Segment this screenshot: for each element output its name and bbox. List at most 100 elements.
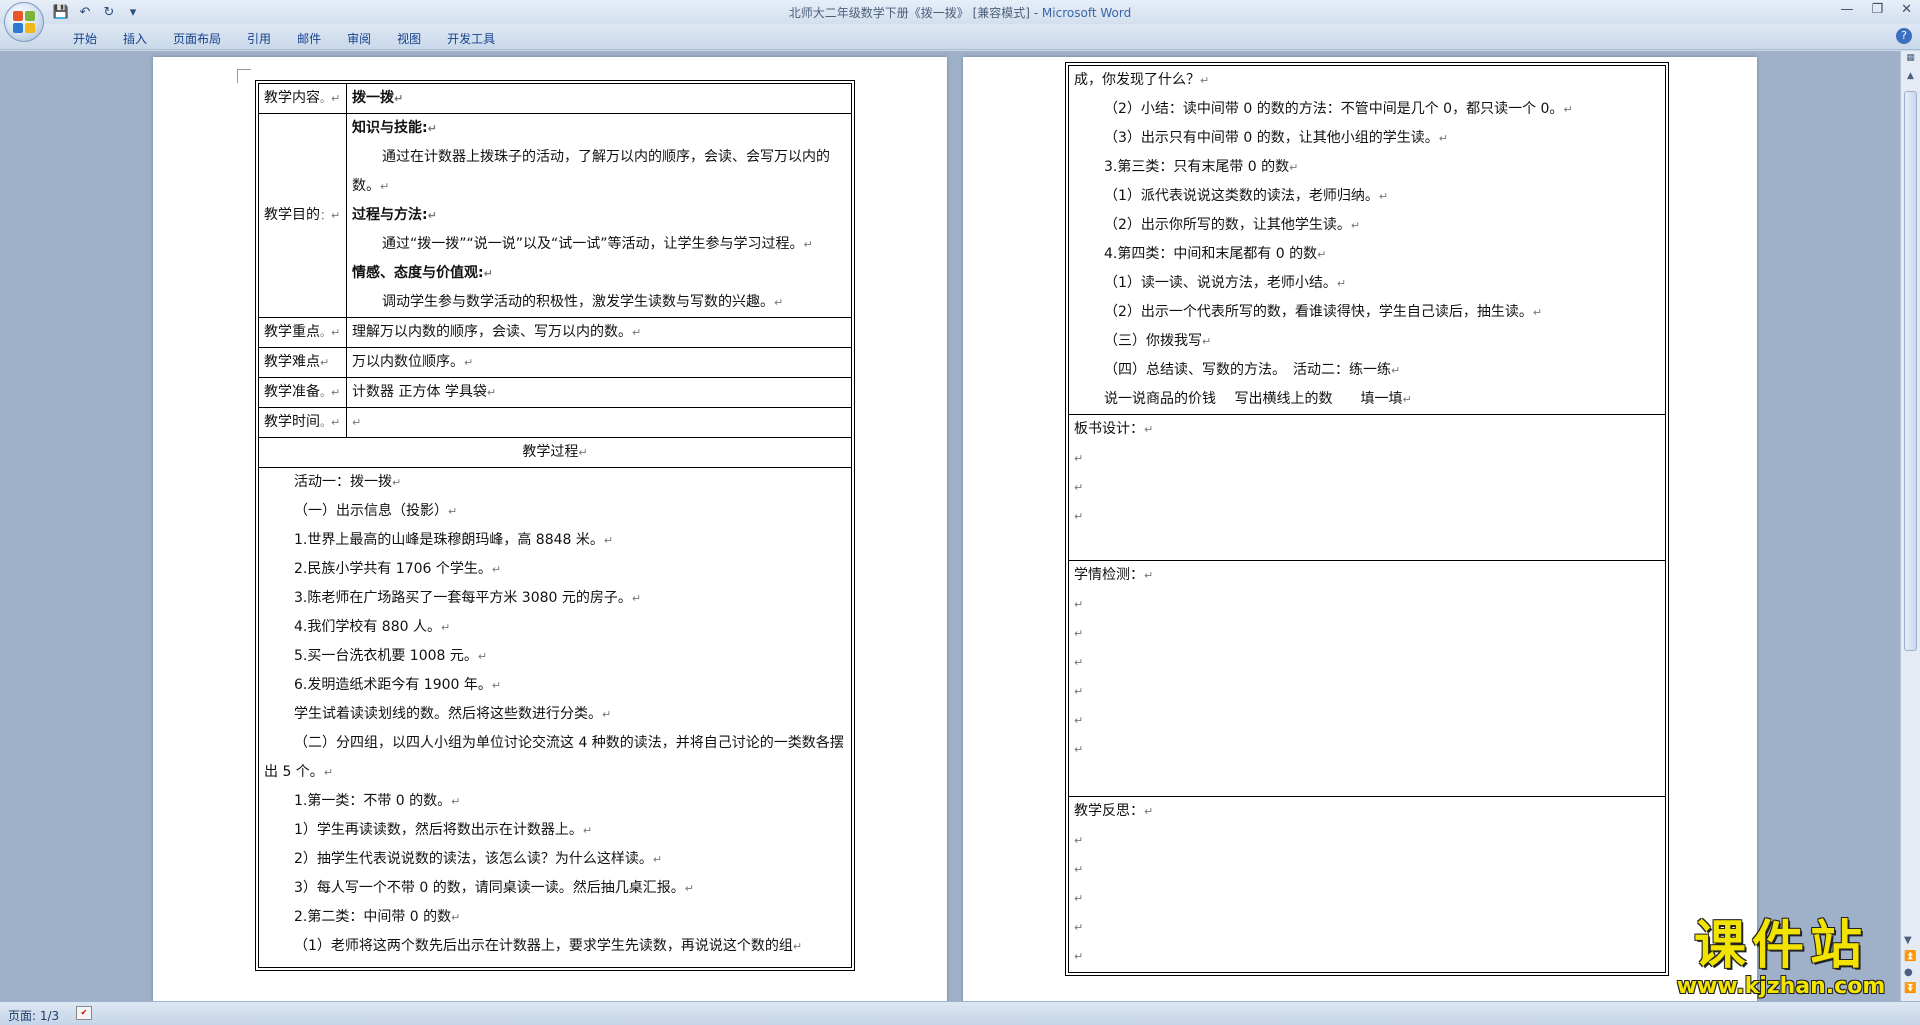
document-area[interactable]: 教学内容。↵ 拨一拨↵ 教学目的：↵ 知识与技能:↵ 通过在计数器上拨珠子的活动… <box>0 51 1900 1001</box>
goal-label-cell[interactable]: 教学目的：↵ <box>258 113 347 318</box>
process-line: （四）总结读、写数的方法。 活动二：练一练↵ <box>1104 362 1401 378</box>
site-watermark-logo: 课件站 www.kjzhan.com <box>1666 918 1896 999</box>
hard-value: 万以内数位顺序。 <box>352 354 464 370</box>
table-row: 教学时间。↵ ↵ <box>258 407 852 438</box>
watermark-text: 课件站 <box>1693 916 1868 976</box>
process-line: 1.第一类：不带 0 的数。↵ <box>294 793 461 809</box>
maximize-icon[interactable]: ❐ <box>1871 2 1883 17</box>
window-controls: — ❐ ✕ <box>1840 2 1912 17</box>
scroll-up-icon[interactable]: ▲ <box>1902 71 1920 87</box>
office-logo-icon <box>13 11 35 33</box>
tab-6[interactable]: 视图 <box>384 28 434 49</box>
process-line: 6.发明造纸术距今有 1900 年。↵ <box>294 677 502 693</box>
board-design-label: 板书设计：↵ <box>1074 421 1154 437</box>
tab-5[interactable]: 审阅 <box>334 28 384 49</box>
process-line: 1.世界上最高的山峰是珠穆朗玛峰，高 8848 米。↵ <box>294 532 614 548</box>
hard-value-cell[interactable]: 万以内数位顺序。↵ <box>346 347 852 378</box>
process-line: （2）出示你所写的数，让其他学生读。↵ <box>1104 217 1361 233</box>
page-2: 成，你发现了什么？↵ （2）小结：读中间带 0 的数的方法：不管中间是几个 0，都… <box>963 57 1757 1001</box>
ribbon-tab-bar: 开始 插入 页面布局 引用 邮件 审阅 视图 开发工具 ? <box>0 24 1920 50</box>
close-icon[interactable]: ✕ <box>1901 2 1912 17</box>
board-design-cell[interactable]: 板书设计：↵ ↵ ↵ ↵ <box>1068 414 1666 561</box>
tab-2[interactable]: 页面布局 <box>160 28 234 49</box>
time-label-cell[interactable]: 教学时间。↵ <box>258 407 347 438</box>
table-row: 成，你发现了什么？↵ （2）小结：读中间带 0 的数的方法：不管中间是几个 0，都… <box>1068 65 1666 415</box>
process-line: （1）老师将这两个数先后出示在计数器上，要求学生先读数，再说说这个数的组↵ <box>294 938 803 954</box>
content-label-cell[interactable]: 教学内容。↵ <box>258 83 347 114</box>
help-icon[interactable]: ? <box>1896 28 1912 44</box>
office-button[interactable] <box>4 2 44 42</box>
process-content-cell-continued[interactable]: 成，你发现了什么？↵ （2）小结：读中间带 0 的数的方法：不管中间是几个 0，都… <box>1068 65 1666 415</box>
status-bar: 页面: 1/3 ✔ <box>0 1001 1920 1025</box>
process-line: 3.第三类：只有末尾带 0 的数↵ <box>1104 159 1299 175</box>
table-row: 板书设计：↵ ↵ ↵ ↵ <box>1068 414 1666 561</box>
process-line: 4.第四类：中间和末尾都有 0 的数↵ <box>1104 246 1327 262</box>
content-value: 拨一拨 <box>352 90 394 106</box>
hard-label-cell[interactable]: 教学难点↵ <box>258 347 347 378</box>
content-value-cell[interactable]: 拨一拨↵ <box>346 83 852 114</box>
table-row: 教学过程↵ <box>258 437 852 468</box>
proofing-icon[interactable]: ✔ <box>76 1006 92 1020</box>
time-value-cell[interactable]: ↵ <box>346 407 852 438</box>
next-page-icon[interactable]: ⏬ <box>1904 981 1916 997</box>
select-browse-object-icon[interactable]: ● <box>1904 965 1916 981</box>
margin-corner-mark <box>237 69 251 83</box>
minimize-icon[interactable]: — <box>1840 2 1853 17</box>
process-line: （3）出示只有中间带 0 的数，让其他小组的学生读。↵ <box>1104 130 1448 146</box>
scroll-down-icon[interactable]: ▼ <box>1904 933 1916 949</box>
goal-label: 教学目的 <box>264 207 320 223</box>
scroll-thumb[interactable] <box>1904 91 1917 651</box>
table-row: 教学反思：↵ ↵ ↵ ↵ ↵ ↵ <box>1068 796 1666 973</box>
process-label-cell[interactable]: 教学过程↵ <box>258 437 852 468</box>
teaching-reflection-cell[interactable]: 教学反思：↵ ↵ ↵ ↵ ↵ ↵ <box>1068 796 1666 973</box>
process-line: 2.民族小学共有 1706 个学生。↵ <box>294 561 502 577</box>
process-content-cell[interactable]: 活动一：拨一拨↵ （一）出示信息（投影）↵ 1.世界上最高的山峰是珠穆朗玛峰，高 8… <box>258 467 852 968</box>
tab-7[interactable]: 开发工具 <box>434 28 508 49</box>
page-count[interactable]: 页面: 1/3 <box>8 1007 59 1024</box>
process-line: （三）你拨我写↵ <box>1104 333 1212 349</box>
process-line: （2）小结：读中间带 0 的数的方法：不管中间是几个 0，都只读一个 0。↵ <box>1104 101 1573 117</box>
key-value-cell[interactable]: 理解万以内数的顺序，会读、写万以内的数。↵ <box>346 317 852 348</box>
lesson-plan-table-continued: 成，你发现了什么？↵ （2）小结：读中间带 0 的数的方法：不管中间是几个 0，都… <box>1065 62 1669 976</box>
tab-3[interactable]: 引用 <box>234 28 284 49</box>
prep-value-cell[interactable]: 计数器 正方体 学具袋↵ <box>346 377 852 408</box>
previous-page-icon[interactable]: ⏫ <box>1904 949 1916 965</box>
lesson-plan-table: 教学内容。↵ 拨一拨↵ 教学目的：↵ 知识与技能:↵ 通过在计数器上拨珠子的活动… <box>255 80 855 971</box>
learning-check-label: 学情检测：↵ <box>1074 567 1154 583</box>
process-line: 2.第二类：中间带 0 的数↵ <box>294 909 461 925</box>
teaching-reflection-label: 教学反思：↵ <box>1074 803 1154 819</box>
process-line: 4.我们学校有 880 人。↵ <box>294 619 451 635</box>
process-line: 3）每人写一个不带 0 的数，请同桌读一读。然后抽几桌汇报。↵ <box>294 880 694 896</box>
hard-label: 教学难点 <box>264 354 320 370</box>
learning-check-cell[interactable]: 学情检测：↵ ↵ ↵ ↵ ↵ ↵ ↵ <box>1068 560 1666 797</box>
goal-heading-process: 过程与方法:↵ <box>352 207 437 223</box>
time-label: 教学时间 <box>264 414 320 430</box>
goal-value-cell[interactable]: 知识与技能:↵ 通过在计数器上拨珠子的活动，了解万以内的顺序，会读、会写万以内的… <box>346 113 852 318</box>
table-row: 学情检测：↵ ↵ ↵ ↵ ↵ ↵ ↵ <box>1068 560 1666 797</box>
tab-1[interactable]: 插入 <box>110 28 160 49</box>
process-line: （2）出示一个代表所写的数，看谁读得快，学生自己读后，抽生读。↵ <box>1104 304 1543 320</box>
prep-value: 计数器 正方体 学具袋 <box>352 384 487 400</box>
prep-label: 教学准备 <box>264 384 320 400</box>
table-row: 活动一：拨一拨↵ （一）出示信息（投影）↵ 1.世界上最高的山峰是珠穆朗玛峰，高 8… <box>258 467 852 968</box>
document-title: 北师大二年级数学下册《拨一拨》 [兼容模式] - <box>788 6 1042 20</box>
goal-text-attitude: 调动学生参与数学活动的积极性，激发学生读数与写数的兴趣。↵ <box>382 294 784 310</box>
content-label: 教学内容 <box>264 90 320 106</box>
process-line: 5.买一台洗衣机要 1008 元。↵ <box>294 648 488 664</box>
process-line: （二）分四组，以四人小组为单位讨论交流这 4 种数的读法，并将自己讨论的一类数各… <box>264 735 844 780</box>
key-label-cell[interactable]: 教学重点。↵ <box>258 317 347 348</box>
goal-text-knowledge: 通过在计数器上拨珠子的活动，了解万以内的顺序，会读、会写万以内的数。↵ <box>352 149 830 194</box>
tab-0[interactable]: 开始 <box>60 28 110 49</box>
vertical-scrollbar[interactable]: ▦ ▲ ▼ ⏫ ● ⏬ <box>1900 51 1920 1001</box>
process-line: （1）派代表说说这类数的读法，老师归纳。↵ <box>1104 188 1389 204</box>
window-title: 北师大二年级数学下册《拨一拨》 [兼容模式] - Microsoft Word <box>0 4 1920 21</box>
page-1: 教学内容。↵ 拨一拨↵ 教学目的：↵ 知识与技能:↵ 通过在计数器上拨珠子的活动… <box>153 57 947 1001</box>
key-value: 理解万以内数的顺序，会读、写万以内的数。 <box>352 324 632 340</box>
table-row: 教学重点。↵ 理解万以内数的顺序，会读、写万以内的数。↵ <box>258 317 852 348</box>
process-line: 学生试着读读划线的数。然后将这些数进行分类。↵ <box>294 706 612 722</box>
prep-label-cell[interactable]: 教学准备。↵ <box>258 377 347 408</box>
tab-4[interactable]: 邮件 <box>284 28 334 49</box>
ruler-toggle-icon[interactable]: ▦ <box>1902 53 1920 69</box>
table-row: 教学内容。↵ 拨一拨↵ <box>258 83 852 114</box>
table-row: 教学目的：↵ 知识与技能:↵ 通过在计数器上拨珠子的活动，了解万以内的顺序，会读… <box>258 113 852 318</box>
